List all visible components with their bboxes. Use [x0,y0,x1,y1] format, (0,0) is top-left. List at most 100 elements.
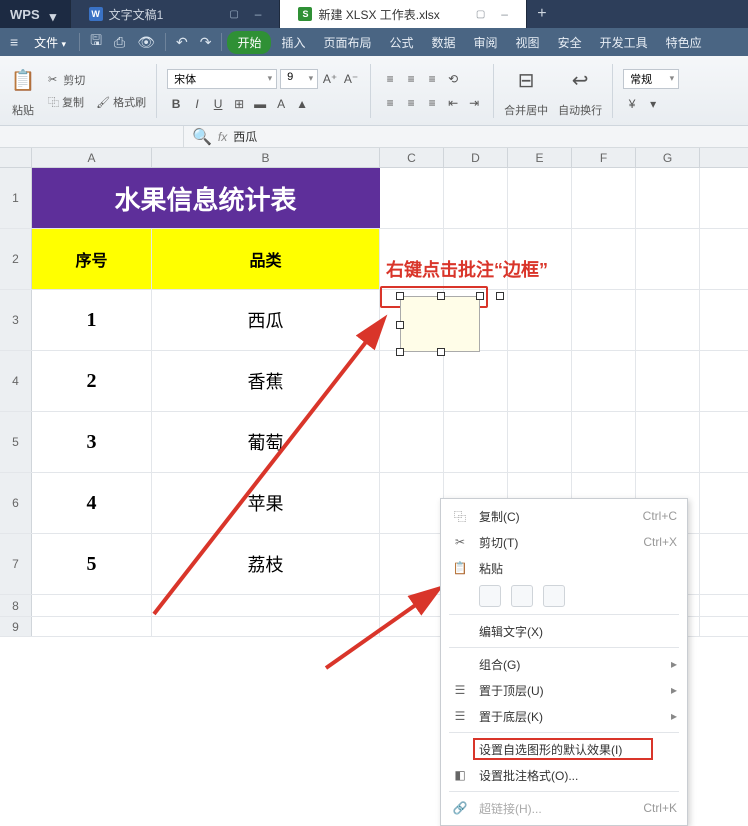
align-top-icon[interactable]: ≡ [381,70,399,88]
grow-font-icon[interactable]: A⁺ [321,70,339,88]
resize-handle[interactable] [476,292,484,300]
row-header[interactable]: 9 [0,617,32,636]
cell[interactable] [572,229,636,289]
paste-option-1[interactable] [479,585,501,607]
header-cell[interactable]: 品类 [152,229,380,289]
cut-button[interactable]: ✂剪切 [48,72,146,88]
row-header[interactable]: 6 [0,473,32,533]
ctx-edit-text[interactable]: 编辑文字(X) [441,618,687,644]
row-header[interactable]: 7 [0,534,32,594]
cell[interactable] [380,351,444,411]
row-header[interactable]: 4 [0,351,32,411]
search-icon[interactable]: 🔍 [192,127,212,147]
ctx-cut[interactable]: ✂ 剪切(T) Ctrl+X [441,529,687,555]
cell[interactable] [380,473,444,533]
cell[interactable] [444,168,508,228]
resize-handle[interactable] [396,292,404,300]
data-cell[interactable]: 5 [32,534,152,594]
align-center-icon[interactable]: ≡ [402,94,420,112]
doc-tab-sheet[interactable]: S 新建 XLSX 工作表.xlsx ▢ – [280,0,527,28]
cell[interactable] [636,351,700,411]
undo-icon[interactable]: ↶ [171,34,193,51]
cell[interactable] [32,617,152,636]
tab-insert[interactable]: 插入 [273,34,313,51]
resize-handle[interactable] [496,292,504,300]
ctx-paste[interactable]: 📋 粘贴 [441,555,687,581]
tab-formula[interactable]: 公式 [382,34,422,51]
select-all-corner[interactable] [0,148,32,167]
cell[interactable] [636,229,700,289]
cell[interactable] [380,168,444,228]
data-cell[interactable]: 荔枝 [152,534,380,594]
resize-handle[interactable] [396,348,404,356]
col-header-E[interactable]: E [508,148,572,167]
paste-option-3[interactable] [543,585,565,607]
col-header-D[interactable]: D [444,148,508,167]
orientation-icon[interactable]: ⟲ [444,70,462,88]
fill-icon[interactable]: ▬ [251,95,269,113]
row-header[interactable]: 5 [0,412,32,472]
cell[interactable] [444,351,508,411]
indent-right-icon[interactable]: ⇥ [465,94,483,112]
cell[interactable] [508,290,572,350]
cell[interactable] [636,168,700,228]
tab-close-icon[interactable]: – [501,7,508,21]
cell[interactable] [572,351,636,411]
font-color-a-icon[interactable]: A [272,95,290,113]
col-header-A[interactable]: A [32,148,152,167]
ctx-format-comment[interactable]: ◧ 设置批注格式(O)... [441,762,687,788]
name-box[interactable] [0,126,184,148]
doc-tab-word[interactable]: W 文字文稿1 ▢ – [71,0,281,28]
tab-view[interactable]: 视图 [508,34,548,51]
cell[interactable] [444,412,508,472]
col-header-F[interactable]: F [572,148,636,167]
tab-close-icon[interactable]: – [255,7,262,21]
cell[interactable] [380,595,444,616]
ctx-copy[interactable]: ⿻ 复制(C) Ctrl+C [441,503,687,529]
borders-icon[interactable]: ⊞ [230,95,248,113]
tab-devtools[interactable]: 开发工具 [592,34,656,51]
cell[interactable] [380,534,444,594]
comment-box[interactable] [400,296,480,352]
tab-window-icon[interactable]: ▢ [476,9,485,20]
save-icon[interactable]: 🖫 [85,30,107,54]
resize-handle[interactable] [437,292,445,300]
ctx-to-front[interactable]: ☰ 置于顶层(U) ▸ [441,677,687,703]
hamburger-icon[interactable]: ≡ [4,34,24,50]
resize-handle[interactable] [396,321,404,329]
indent-left-icon[interactable]: ⇤ [444,94,462,112]
cell[interactable] [152,617,380,636]
tab-pagelayout[interactable]: 页面布局 [315,34,379,51]
ctx-to-back[interactable]: ☰ 置于底层(K) ▸ [441,703,687,729]
ctx-default-fx[interactable]: 设置自选图形的默认效果(I) [441,736,687,762]
italic-icon[interactable]: I [188,95,206,113]
font-color-triangle-icon[interactable]: ▲ [293,95,311,113]
data-cell[interactable]: 苹果 [152,473,380,533]
ctx-group[interactable]: 组合(G) ▸ [441,651,687,677]
cell[interactable] [572,412,636,472]
more-icon[interactable]: ▾ [644,95,662,113]
title-cell[interactable]: 水果信息统计表 [32,168,380,228]
wrap-button[interactable]: ↩ 自动换行 [558,64,602,118]
formula-value[interactable]: 西瓜 [233,128,257,145]
tab-review[interactable]: 审阅 [466,34,506,51]
data-cell[interactable]: 香蕉 [152,351,380,411]
cell[interactable] [508,412,572,472]
number-format-dropdown[interactable]: 常规 [623,69,679,89]
cell[interactable] [380,617,444,636]
font-size-dropdown[interactable]: 9 [280,69,318,89]
data-cell[interactable]: 3 [32,412,152,472]
data-cell[interactable]: 2 [32,351,152,411]
cell[interactable] [572,290,636,350]
print-icon[interactable]: ⎙ [109,34,130,51]
tab-window-icon[interactable]: ▢ [229,9,238,20]
tab-start[interactable]: 开始 [227,31,271,54]
paste-option-2[interactable] [511,585,533,607]
bold-icon[interactable]: B [167,95,185,113]
formatpainter-button[interactable]: 🖌 格式刷 [96,94,146,110]
currency-icon[interactable]: ¥ [623,95,641,113]
data-cell[interactable]: 4 [32,473,152,533]
resize-handle[interactable] [437,348,445,356]
tab-features[interactable]: 特色应 [658,34,710,51]
copy-button[interactable]: ⿻ 复制 [48,94,84,110]
